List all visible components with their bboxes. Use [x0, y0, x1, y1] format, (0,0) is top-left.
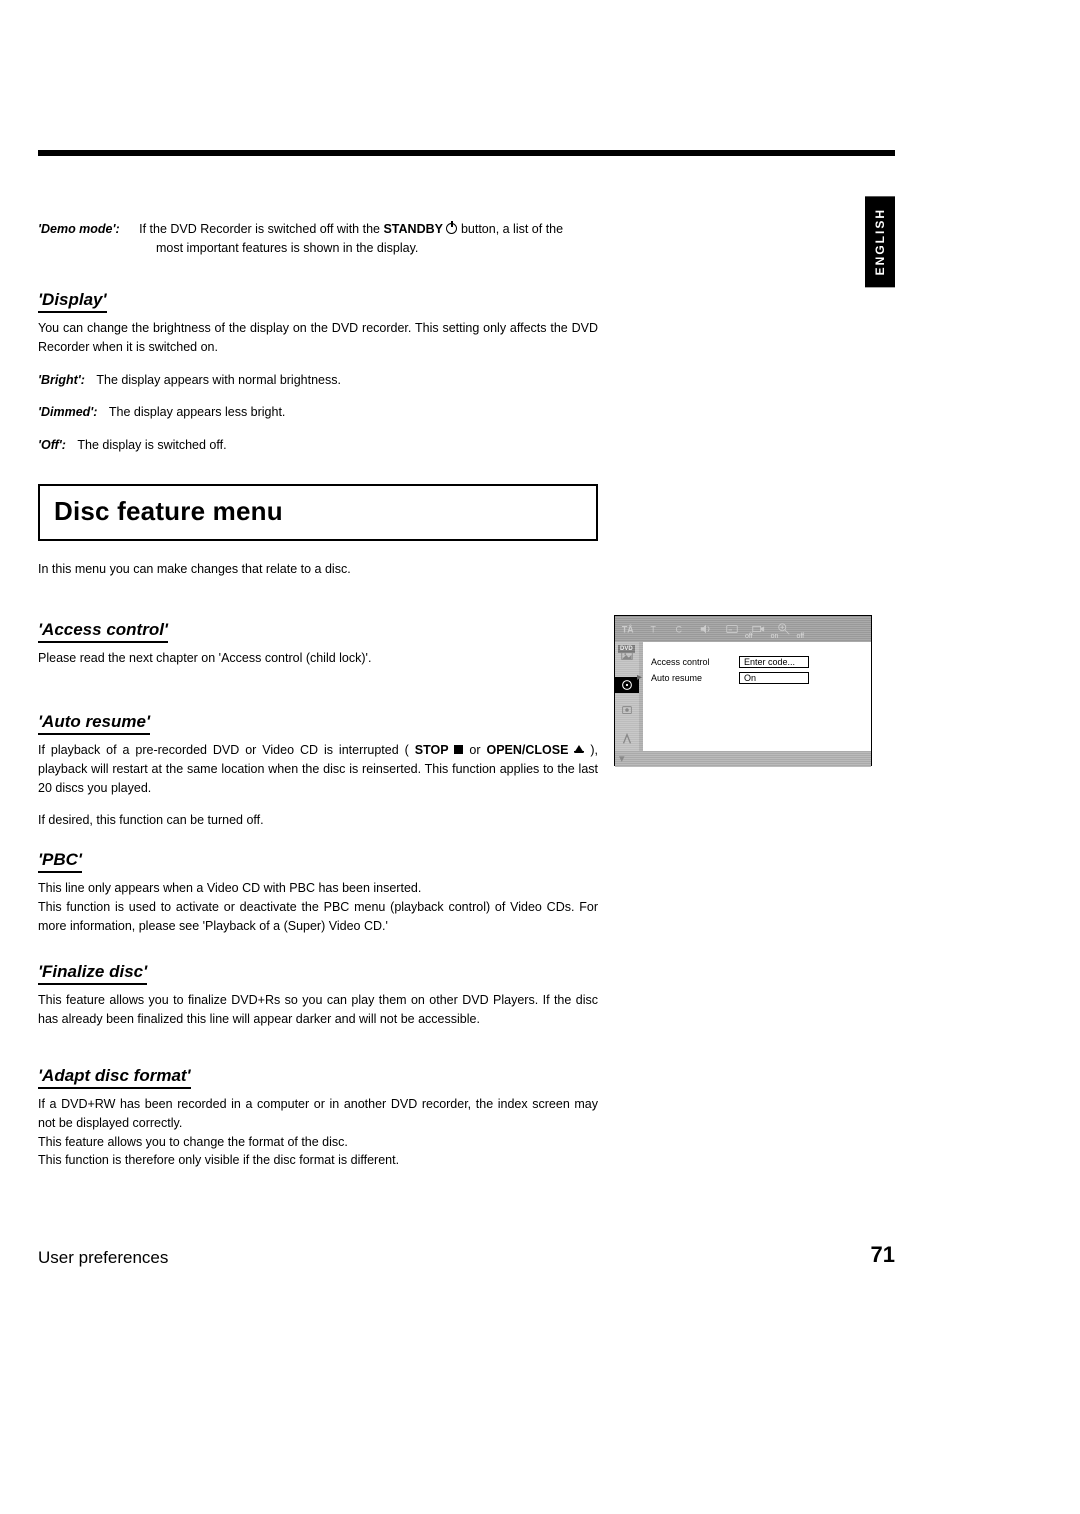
auto-resume-heading: 'Auto resume' — [38, 712, 150, 735]
page-number: 71 — [871, 1242, 895, 1268]
osd-body: ▸ Access control Enter code... Auto resu… — [615, 642, 871, 751]
access-text: Please read the next chapter on 'Access … — [38, 649, 598, 668]
off-label: 'Off': — [38, 438, 66, 452]
open-close-label: OPEN/CLOSE — [486, 743, 568, 757]
bright-label: 'Bright': — [38, 373, 85, 387]
access-control-section: 'Access control' Please read the next ch… — [38, 620, 598, 668]
adapt-heading: 'Adapt disc format' — [38, 1066, 191, 1089]
finalize-heading: 'Finalize disc' — [38, 962, 147, 985]
stop-label: STOP — [415, 743, 449, 757]
osd-sub-off2: off — [796, 633, 804, 640]
standby-label: STANDBY — [383, 222, 443, 236]
disc-menu-intro: In this menu you can make changes that r… — [38, 560, 598, 579]
auto-resume-p1a: If playback of a pre-recorded DVD or Vid… — [38, 743, 415, 757]
adapt-line3: This function is therefore only visible … — [38, 1151, 598, 1170]
off-row: 'Off': The display is switched off. — [38, 436, 598, 455]
osd-c-icon: C — [673, 622, 687, 636]
auto-resume-section: 'Auto resume' If playback of a pre-recor… — [38, 712, 598, 830]
eject-bar-icon — [574, 751, 584, 753]
osd-subtitle-icon — [725, 622, 739, 636]
pbc-heading: 'PBC' — [38, 850, 82, 873]
osd-t-icon: T — [647, 622, 661, 636]
osd-audio-icon — [699, 622, 713, 636]
svg-text:TÅ: TÅ — [622, 625, 634, 635]
osd-down-arrow-icon: ▾ — [619, 754, 625, 765]
stop-icon — [454, 745, 463, 754]
adapt-line2: This feature allows you to change the fo… — [38, 1133, 598, 1152]
auto-resume-p2: If desired, this function can be turned … — [38, 811, 598, 830]
osd-language-icon: TÅ — [621, 622, 635, 636]
dimmed-text: The display appears less bright. — [109, 405, 285, 419]
pbc-line1: This line only appears when a Video CD w… — [38, 879, 598, 898]
display-heading: 'Display' — [38, 290, 107, 313]
disc-feature-menu-box: Disc feature menu — [38, 484, 598, 541]
pbc-section: 'PBC' This line only appears when a Vide… — [38, 850, 598, 935]
page-top-rule — [38, 150, 895, 156]
display-section: 'Display' You can change the brightness … — [38, 290, 598, 455]
demo-mode-label: 'Demo mode': — [38, 222, 120, 236]
osd-record-icon — [620, 703, 634, 722]
svg-text:C: C — [676, 625, 682, 635]
svg-text:T: T — [651, 625, 657, 635]
language-tab: ENGLISH — [865, 196, 895, 287]
dimmed-row: 'Dimmed': The display appears less brigh… — [38, 403, 598, 422]
bright-text: The display appears with normal brightne… — [96, 373, 341, 387]
demo-mode-definition: 'Demo mode': If the DVD Recorder is swit… — [38, 220, 598, 258]
osd-access-value: Enter code... — [739, 656, 809, 668]
finalize-section: 'Finalize disc' This feature allows you … — [38, 962, 598, 1029]
osd-disc-icon-active — [615, 677, 639, 693]
osd-sub-off: off — [745, 633, 753, 640]
footer-section-title: User preferences — [38, 1248, 168, 1268]
disc-feature-menu-heading: Disc feature menu — [54, 496, 283, 526]
osd-row-access: Access control Enter code... — [651, 656, 863, 668]
adapt-line1: If a DVD+RW has been recorded in a compu… — [38, 1095, 598, 1133]
osd-sidebar — [615, 642, 639, 751]
access-heading: 'Access control' — [38, 620, 168, 643]
osd-top-bar: TÅ T C — [615, 616, 871, 642]
bright-row: 'Bright': The display appears with norma… — [38, 371, 598, 390]
osd-autoresume-value: On — [739, 672, 809, 684]
osd-autoresume-label: Auto resume — [651, 673, 739, 683]
osd-row-autoresume: Auto resume On — [651, 672, 863, 684]
off-text: The display is switched off. — [77, 438, 226, 452]
pbc-line2: This function is used to activate or dea… — [38, 898, 598, 936]
adapt-section: 'Adapt disc format' If a DVD+RW has been… — [38, 1066, 598, 1170]
dimmed-label: 'Dimmed': — [38, 405, 97, 419]
osd-dvd-label: DVD — [618, 645, 635, 653]
osd-bottom-bar: ▾ — [615, 751, 871, 767]
osd-access-label: Access control — [651, 657, 739, 667]
finalize-text: This feature allows you to finalize DVD+… — [38, 991, 598, 1029]
demo-mode-text-1: If the DVD Recorder is switched off with… — [139, 222, 383, 236]
osd-sub-on: on — [771, 633, 779, 640]
auto-resume-p1b: or — [469, 743, 486, 757]
demo-mode-text-cont: most important features is shown in the … — [156, 241, 418, 255]
osd-main-panel: Access control Enter code... Auto resume… — [643, 642, 871, 751]
display-intro: You can change the brightness of the dis… — [38, 319, 598, 357]
demo-mode-text-2: button, a list of the — [461, 222, 563, 236]
auto-resume-paragraph: If playback of a pre-recorded DVD or Vid… — [38, 741, 598, 797]
standby-icon — [446, 223, 457, 234]
osd-screenshot: TÅ T C off on off DVD — [614, 615, 872, 766]
osd-install-icon — [620, 732, 634, 751]
osd-top-sublabels: off on off — [745, 633, 804, 640]
